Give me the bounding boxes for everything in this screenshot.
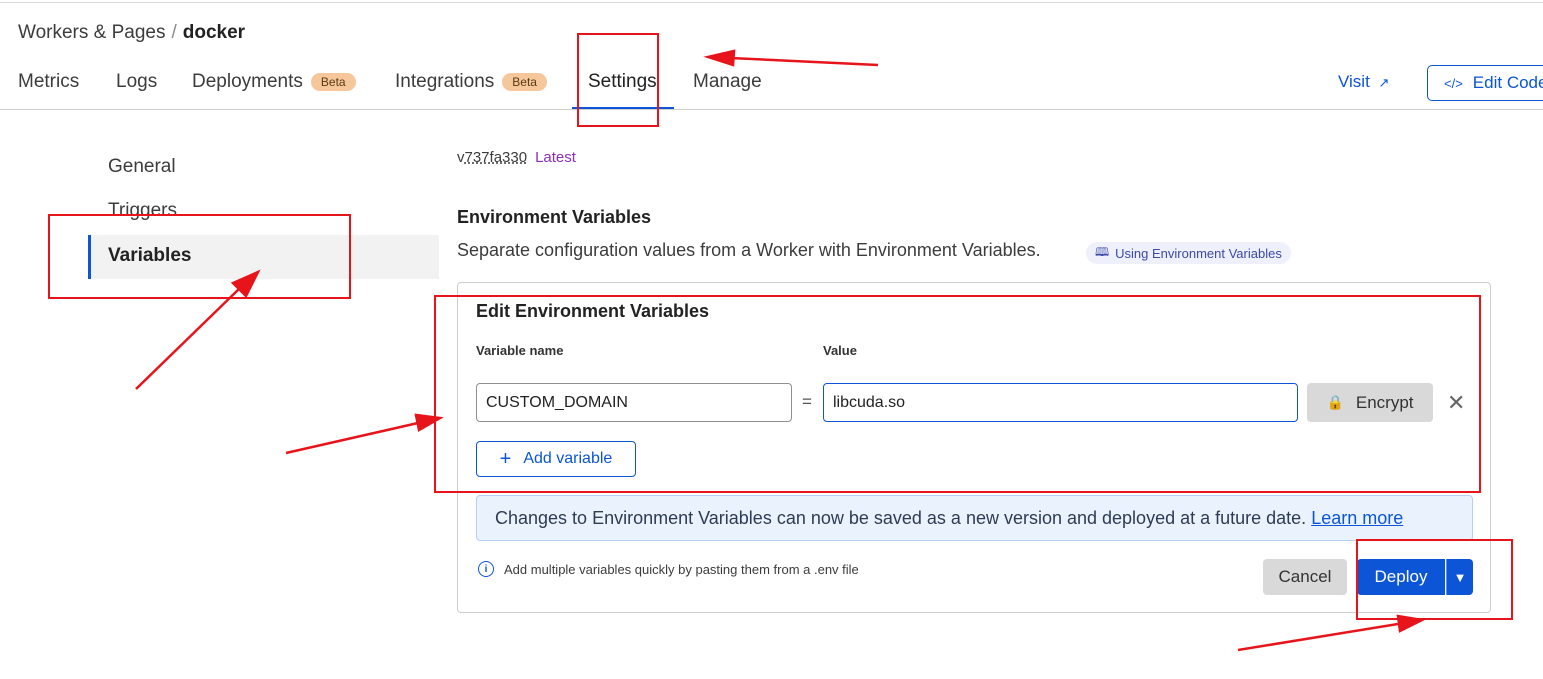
visit-link[interactable]: Visit ↗ [1338, 72, 1389, 92]
arrow-head [1396, 614, 1426, 633]
arrow-line [285, 421, 419, 455]
beta-badge: Beta [502, 73, 547, 91]
tab-label: Manage [693, 71, 762, 92]
arrow-line [1237, 622, 1399, 652]
encrypt-label: Encrypt [1355, 392, 1414, 412]
tab-deployments[interactable]: Deployments Beta [192, 71, 356, 93]
lock-icon: 🔒 [1326, 394, 1344, 410]
value-header: Value [823, 343, 857, 358]
env-hint: i Add multiple variables quickly by past… [478, 561, 859, 577]
tab-label: Deployments [192, 71, 303, 92]
breadcrumb-current: docker [182, 22, 246, 43]
docs-link-label: Using Environment Variables [1115, 245, 1282, 261]
deploy-options-chevron-down-icon[interactable]: ▼ [1446, 559, 1473, 595]
book-icon: 🕮 [1095, 244, 1110, 259]
notice-text: Changes to Environment Variables can now… [495, 508, 1307, 528]
learn-more-link[interactable]: Learn more [1311, 508, 1403, 528]
sidebar-item-variables[interactable]: Variables [108, 245, 191, 267]
tab-settings[interactable]: Settings [588, 71, 657, 93]
sidebar-item-general[interactable]: General [108, 156, 176, 178]
variable-value-input[interactable]: libcuda.so [823, 383, 1298, 422]
add-variable-button[interactable]: + Add variable [476, 441, 636, 477]
version-hash[interactable]: 737fa330 [465, 149, 528, 166]
tab-metrics[interactable]: Metrics [18, 71, 79, 93]
variable-name-header: Variable name [476, 343, 564, 358]
breadcrumb-parent[interactable]: Workers & Pages [18, 22, 165, 43]
tab-integrations[interactable]: Integrations Beta [395, 71, 547, 93]
sidebar-item-label: General [108, 156, 176, 177]
tab-label: Metrics [18, 71, 80, 92]
breadcrumb-separator: / [171, 22, 177, 43]
tab-label: Integrations [395, 71, 495, 92]
cancel-label: Cancel [1278, 567, 1332, 586]
cancel-button[interactable]: Cancel [1263, 559, 1347, 595]
tab-logs[interactable]: Logs [116, 71, 157, 93]
active-tab-indicator [572, 107, 674, 109]
visit-label: Visit [1338, 72, 1370, 91]
section-title: Environment Variables [457, 207, 652, 227]
deploy-button[interactable]: Deploy [1357, 559, 1445, 595]
tab-bar: Metrics Logs Deployments Beta Integration… [0, 62, 1543, 110]
encrypt-button[interactable]: 🔒 Encrypt [1307, 383, 1433, 422]
remove-variable-icon[interactable]: ✕ [1447, 390, 1465, 416]
tab-label: Logs [116, 71, 158, 92]
info-icon: i [478, 561, 494, 577]
tab-manage[interactable]: Manage [693, 71, 762, 93]
breadcrumb: Workers & Pages / docker [18, 22, 245, 44]
info-notice: Changes to Environment Variables can now… [476, 495, 1473, 541]
code-icon: </> [1444, 75, 1463, 91]
latest-tag: Latest [535, 149, 576, 166]
deploy-label: Deploy [1374, 567, 1428, 586]
tab-label: Settings [588, 71, 657, 92]
arrow-head [414, 413, 444, 432]
external-link-icon: ↗ [1378, 75, 1390, 90]
edit-code-label: Edit Code [1472, 73, 1543, 92]
beta-badge: Beta [310, 73, 356, 91]
equals-sign: = [802, 392, 812, 411]
add-variable-label: Add variable [523, 450, 613, 467]
section-description: Separate configuration values from a Wor… [457, 240, 1041, 260]
version-prefix: v [457, 149, 465, 166]
plus-icon: + [499, 447, 512, 470]
sidebar-item-label: Triggers [108, 200, 177, 221]
version-info: v737fa330 Latest [457, 149, 576, 166]
sidebar-item-label: Variables [108, 245, 192, 266]
edit-code-button[interactable]: </> Edit Code [1427, 65, 1543, 101]
sidebar-item-triggers[interactable]: Triggers [108, 200, 177, 222]
panel-title: Edit Environment Variables [476, 301, 710, 321]
hint-text: Add multiple variables quickly by pastin… [504, 561, 859, 577]
docs-link[interactable]: 🕮 Using Environment Variables [1086, 242, 1291, 264]
variable-name-input[interactable]: CUSTOM_DOMAIN [476, 383, 792, 422]
arrow-line [135, 287, 241, 390]
top-divider [0, 2, 1543, 3]
